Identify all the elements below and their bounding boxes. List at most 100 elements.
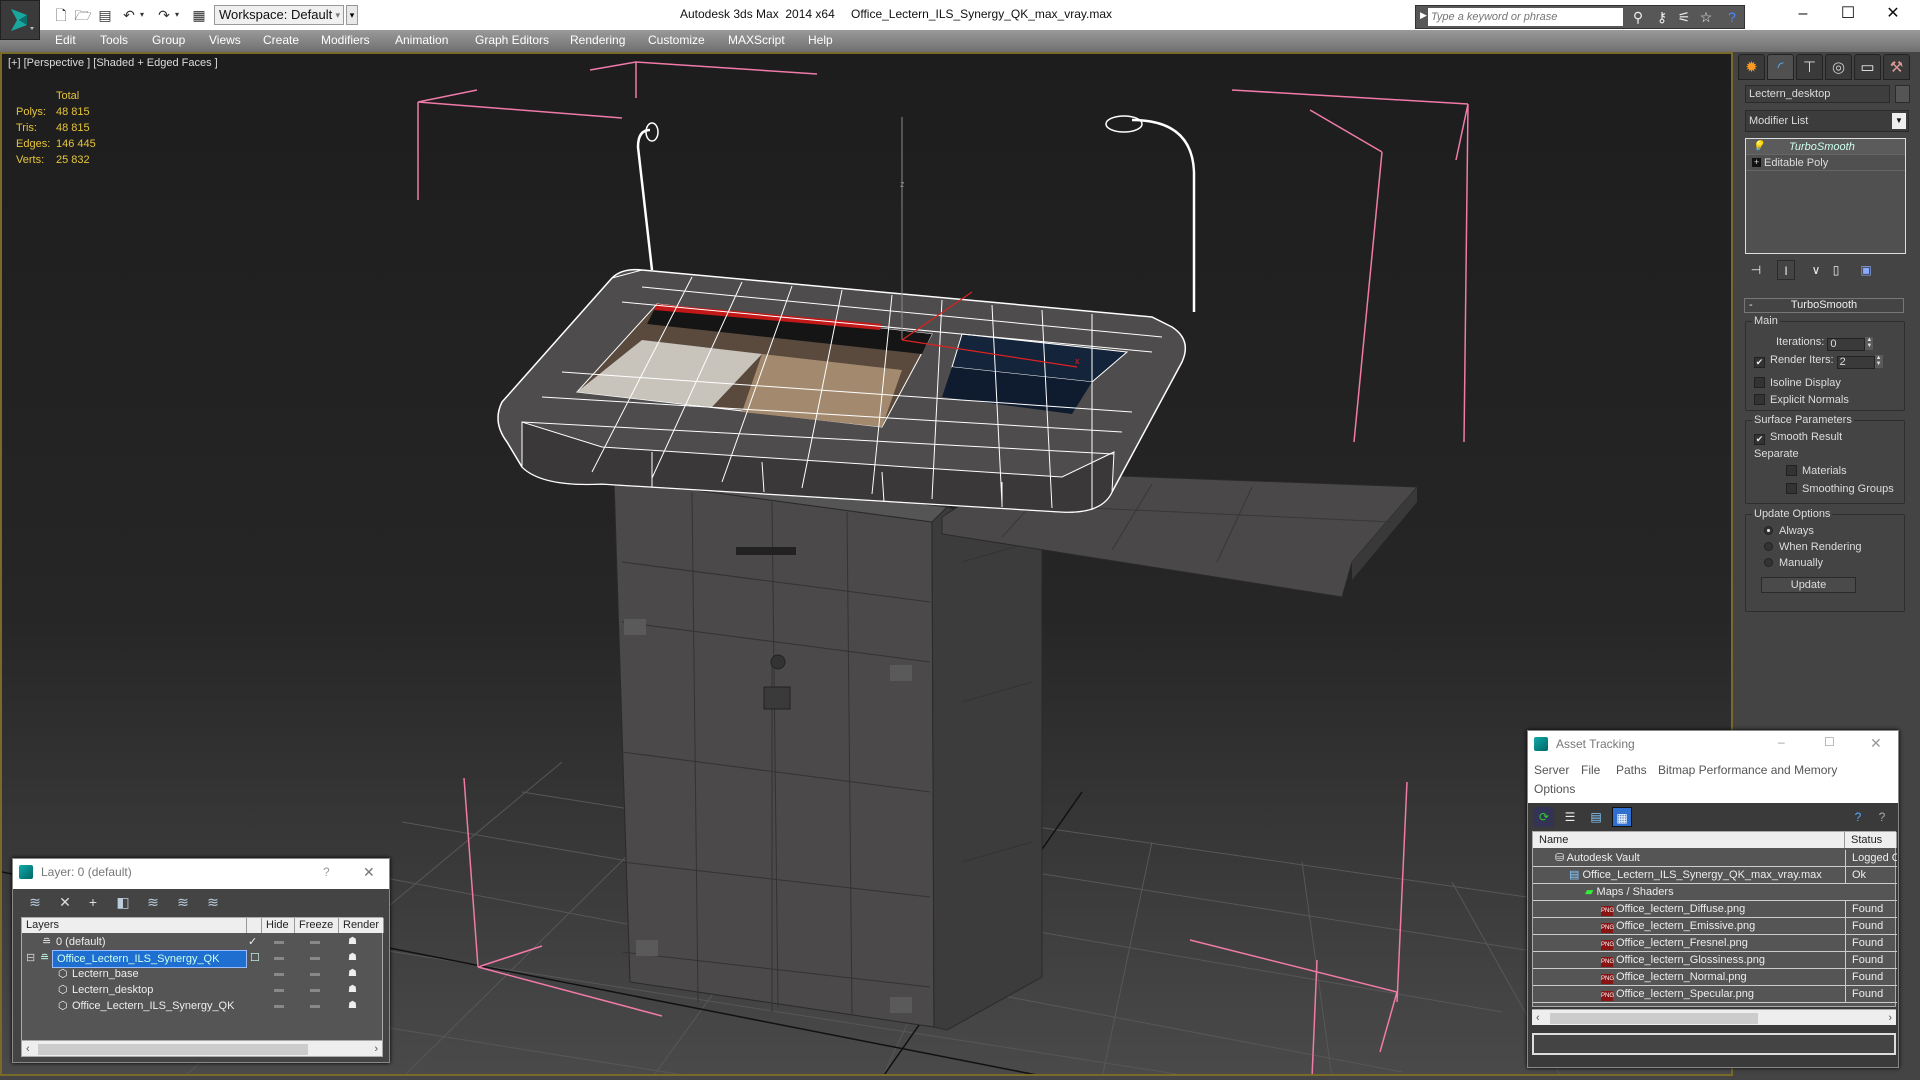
remove-modifier-icon[interactable]: ▯	[1827, 260, 1845, 280]
select-objects-icon[interactable]: ◧	[113, 892, 133, 912]
close-button[interactable]: ✕	[1870, 2, 1916, 26]
hide-toggle[interactable]: ▬	[274, 934, 284, 950]
menu-modifiers[interactable]: Modifiers	[321, 33, 370, 47]
lightbulb-icon[interactable]: 💡	[1752, 139, 1764, 155]
close-button[interactable]: ✕	[363, 864, 375, 881]
freeze-toggle[interactable]: ▬	[310, 966, 320, 982]
lectern-base[interactable]	[612, 466, 1043, 1031]
radio-manually[interactable]: Manually	[1764, 557, 1823, 569]
menu-graph-editors[interactable]: Graph Editors	[475, 33, 549, 47]
binoculars-icon[interactable]: ⚲	[1628, 8, 1648, 26]
rollout-header[interactable]: - TurboSmooth	[1744, 298, 1904, 313]
asset-row[interactable]: PNG Office_lectern_Emissive.png Found	[1533, 918, 1897, 935]
minimize-button[interactable]: –	[1778, 735, 1785, 749]
maximize-button[interactable]: ☐	[1824, 735, 1835, 749]
asset-row[interactable]: ▰ Maps / Shaders	[1533, 884, 1897, 901]
stack-item-editable-poly[interactable]: + Editable Poly	[1746, 155, 1905, 171]
isoline-display-checkbox[interactable]	[1754, 377, 1765, 388]
scrollbar-thumb[interactable]	[1550, 1013, 1758, 1024]
create-tab-icon[interactable]: ✹	[1738, 54, 1765, 80]
scroll-left-icon[interactable]: ‹	[1536, 1010, 1540, 1026]
minimize-button[interactable]: –	[1780, 2, 1826, 26]
teapot-render-icon[interactable]: ☗	[348, 966, 357, 982]
teapot-render-icon[interactable]: ☗	[348, 934, 357, 950]
layer-name[interactable]: 0 (default)	[56, 934, 106, 950]
open-file-icon[interactable]: 🗁	[74, 6, 92, 24]
scrollbar-thumb[interactable]	[38, 1044, 308, 1055]
show-end-result-icon[interactable]: I	[1777, 260, 1795, 280]
menu-rendering[interactable]: Rendering	[570, 33, 625, 47]
object-name-field[interactable]	[1745, 85, 1890, 103]
hide-unhide-all-icon[interactable]: ≋	[173, 892, 193, 912]
expand-arrow-icon[interactable]: ▶	[1420, 10, 1427, 21]
add-to-layer-icon[interactable]: +	[83, 892, 103, 912]
object-name[interactable]: Lectern_desktop	[72, 982, 153, 998]
radio-button[interactable]	[1764, 558, 1773, 567]
help-icon[interactable]: ?	[1872, 807, 1892, 827]
freeze-toggle[interactable]: ▬	[310, 982, 320, 998]
display-tab-icon[interactable]: ▭	[1854, 54, 1881, 80]
object-name[interactable]: Lectern_base	[72, 966, 139, 982]
create-layer-icon[interactable]: ≋	[25, 892, 45, 912]
radio-when-rendering[interactable]: When Rendering	[1764, 541, 1862, 553]
vault-help-icon[interactable]: ?	[1848, 807, 1868, 827]
hide-toggle[interactable]: ▬	[274, 982, 284, 998]
smoothing-groups-checkbox[interactable]	[1786, 483, 1797, 494]
column-header-freeze[interactable]: Freeze	[295, 918, 339, 933]
table-view-icon[interactable]: ▦	[1612, 807, 1632, 827]
tree-view-icon[interactable]: ▤	[1586, 807, 1606, 827]
menu-paths[interactable]: Paths	[1616, 763, 1647, 777]
menu-edit[interactable]: Edit	[55, 33, 76, 47]
hide-toggle[interactable]: ▬	[274, 950, 284, 966]
teapot-render-icon[interactable]: ☗	[348, 998, 357, 1014]
freeze-toggle[interactable]: ▬	[310, 998, 320, 1014]
asset-row[interactable]: ⛁ Autodesk Vault Logged O	[1533, 850, 1897, 867]
menu-help[interactable]: Help	[808, 33, 833, 47]
horizontal-scrollbar[interactable]: ‹ ›	[1532, 1009, 1896, 1025]
column-header-hide[interactable]: Hide	[262, 918, 295, 933]
asset-row[interactable]: PNG Office_lectern_Diffuse.png Found	[1533, 901, 1897, 918]
redo-dropdown-icon[interactable]: ▾	[172, 6, 182, 24]
modifier-list-dropdown[interactable]: Modifier List ▼	[1745, 110, 1909, 132]
layer-row[interactable]: ⊟ ≘ Office_Lectern_ILS_Synergy_QK ☐ ▬ ▬ …	[22, 950, 384, 968]
column-header-name[interactable]: Name	[1533, 832, 1845, 848]
menu-animation[interactable]: Animation	[395, 33, 448, 47]
menu-customize[interactable]: Customize	[648, 33, 705, 47]
radio-button[interactable]	[1764, 542, 1773, 551]
asset-row[interactable]: ▤ Office_Lectern_ILS_Synergy_QK_max_vray…	[1533, 867, 1897, 884]
list-view-icon[interactable]: ☰	[1560, 807, 1580, 827]
viewport-label-menu[interactable]: [+] [Perspective ] [Shaded + Edged Faces…	[8, 57, 218, 69]
object-row[interactable]: ⬡ Office_Lectern_ILS_Synergy_QK ▬ ▬ ☗	[22, 998, 384, 1014]
hierarchy-tab-icon[interactable]: ⊤	[1796, 54, 1823, 80]
menu-views[interactable]: Views	[209, 33, 241, 47]
layer-row[interactable]: ≘ 0 (default) ✓ ▬ ▬ ☗	[22, 934, 384, 950]
horizontal-scrollbar[interactable]: ‹ ›	[22, 1040, 382, 1056]
asset-row[interactable]: PNG Office_lectern_Normal.png Found	[1533, 969, 1897, 986]
utilities-tab-icon[interactable]: ⚒	[1883, 54, 1910, 80]
explicit-normals-checkbox[interactable]	[1754, 394, 1765, 405]
freeze-unfreeze-all-icon[interactable]: ≋	[203, 892, 223, 912]
render-iters-spinner[interactable]: 2	[1836, 356, 1875, 369]
hide-toggle[interactable]: ▬	[274, 998, 284, 1014]
maximize-button[interactable]: ☐	[1825, 2, 1871, 26]
new-file-icon[interactable]: 🗋	[52, 6, 70, 24]
object-color-swatch[interactable]	[1895, 85, 1910, 103]
collapse-minus-icon[interactable]: ⊟	[26, 950, 35, 966]
asset-window-titlebar[interactable]: Asset Tracking – ☐ ✕ Server File Paths B…	[1528, 731, 1898, 803]
hide-toggle[interactable]: ▬	[274, 966, 284, 982]
star-icon[interactable]: ☆	[1696, 8, 1716, 26]
spinner-arrows-icon[interactable]: ▲ ▼	[1874, 355, 1883, 368]
pin-stack-icon[interactable]: ⊣	[1747, 260, 1765, 280]
expand-plus-icon[interactable]: +	[1752, 158, 1761, 167]
freeze-toggle[interactable]: ▬	[310, 950, 320, 966]
asset-row[interactable]: PNG Office_lectern_Fresnel.png Found	[1533, 935, 1897, 952]
asset-row[interactable]: PNG Office_lectern_Specular.png Found	[1533, 986, 1897, 1003]
menu-file[interactable]: File	[1581, 763, 1600, 777]
column-header-render[interactable]: Render	[339, 918, 384, 933]
scroll-left-icon[interactable]: ‹	[26, 1041, 30, 1057]
save-icon[interactable]: ▤	[96, 6, 114, 24]
help-icon[interactable]: ?	[1722, 8, 1742, 26]
app-menu-button[interactable]	[0, 0, 40, 40]
scroll-right-icon[interactable]: ›	[1888, 1010, 1892, 1026]
object-row[interactable]: ⬡ Lectern_desktop ▬ ▬ ☗	[22, 982, 384, 998]
